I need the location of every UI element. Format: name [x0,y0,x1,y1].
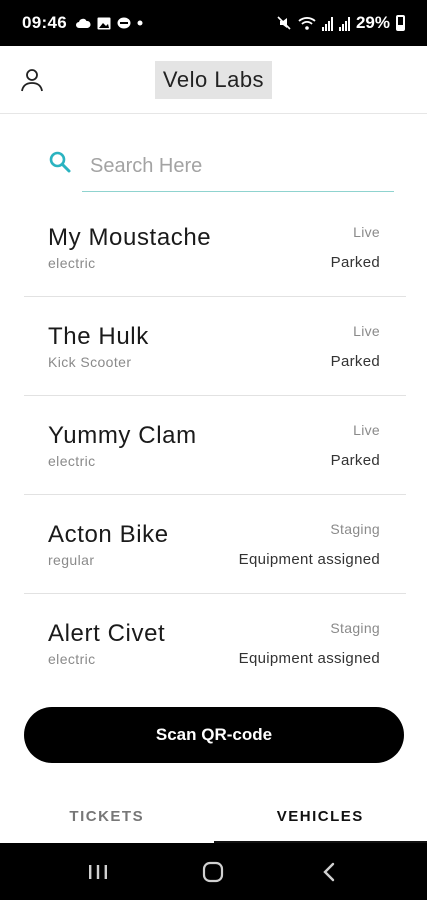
status-right: 29% [276,13,405,33]
search-bar [48,142,396,194]
scan-qr-button[interactable]: Scan QR-code [24,707,404,763]
vehicle-status: Live [353,224,380,240]
vehicle-state: Parked [330,452,380,469]
app-header: Velo Labs [0,46,427,114]
cloud-icon [75,18,91,28]
vehicle-state: Parked [330,254,380,271]
messenger-icon [117,17,131,28]
search-icon[interactable] [48,150,72,174]
search-input[interactable] [82,142,394,192]
vehicle-state: Parked [330,353,380,370]
tab-tickets[interactable]: TICKETS [0,790,214,843]
recent-apps-button[interactable] [78,852,118,892]
vehicle-item[interactable]: The Hulk Kick Scooter Live Parked [24,297,406,396]
app-title: Velo Labs [154,60,273,99]
vehicle-name: Alert Civet [48,620,166,647]
vehicle-name: My Moustache [48,224,212,251]
tab-vehicles[interactable]: VEHICLES [213,790,427,843]
vehicle-type: electric [48,651,96,667]
status-icons-left [75,17,143,30]
vehicle-type: electric [48,453,96,469]
vehicle-item[interactable]: Alert Civet electric Staging Equipment a… [24,594,406,693]
vehicle-name: The Hulk [48,323,149,350]
battery-percentage: 29% [355,13,390,32]
mute-icon [277,16,291,30]
back-button[interactable] [309,852,349,892]
wifi-icon [298,16,316,30]
status-time: 09:46 [22,13,67,32]
vehicle-item[interactable]: My Moustache electric Live Parked [24,198,406,297]
vehicle-status: Live [353,323,380,339]
vehicle-status: Staging [330,620,380,636]
image-icon [97,17,111,29]
vehicle-type: electric [48,255,96,271]
vehicle-item[interactable]: Yummy Clam electric Live Parked [24,396,406,495]
vehicle-status: Live [353,422,380,438]
status-left: 09:46 [22,13,143,33]
vehicle-status: Staging [330,521,380,537]
signal-icon [321,16,333,31]
battery-icon [396,15,405,31]
recent-apps-icon [88,864,107,879]
home-icon [203,861,224,882]
back-icon [323,862,335,881]
dot-icon [137,20,143,26]
vehicle-name: Yummy Clam [48,422,197,449]
signal-icon [338,16,350,31]
vehicle-list: My Moustache electric Live Parked The Hu… [24,198,406,693]
tab-bar: TICKETS VEHICLES [0,790,427,843]
vehicle-state: Equipment assigned [238,650,380,667]
navigation-bar [0,843,427,900]
vehicle-name: Acton Bike [48,521,169,548]
vehicle-state: Equipment assigned [238,551,380,568]
home-button[interactable] [193,852,233,892]
profile-button[interactable] [20,68,48,94]
vehicle-type: Kick Scooter [48,354,132,370]
vehicle-type: regular [48,552,95,568]
person-icon [21,69,43,92]
status-bar: 09:46 29% [0,0,427,46]
vehicle-item[interactable]: Acton Bike regular Staging Equipment ass… [24,495,406,594]
